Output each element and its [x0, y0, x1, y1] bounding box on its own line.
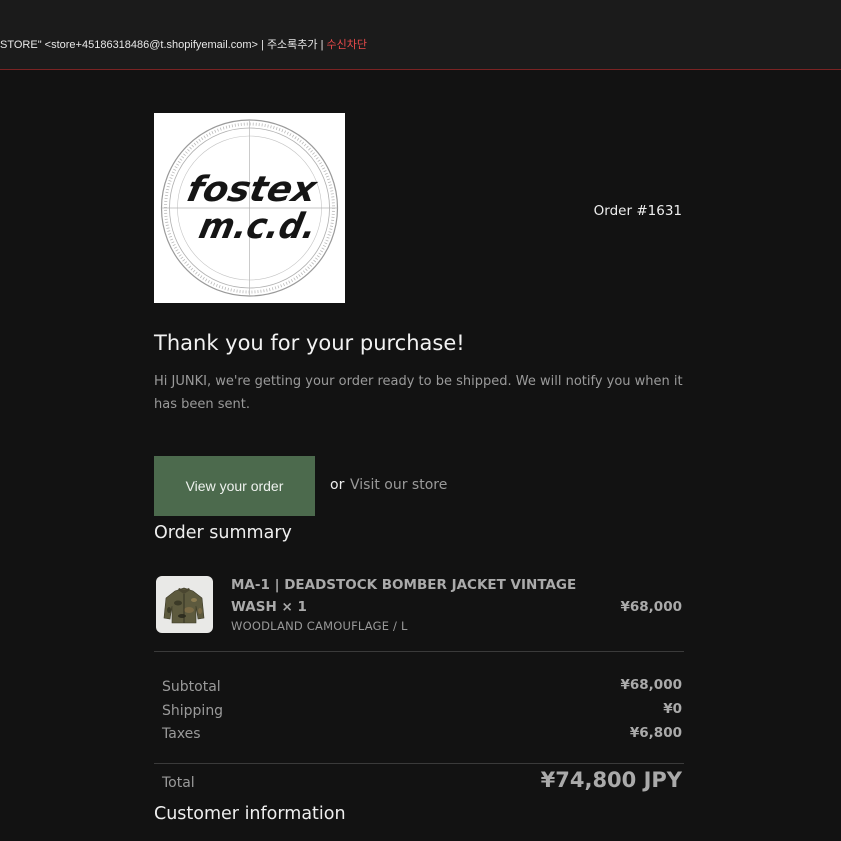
total-value: ¥74,800 JPY — [540, 768, 682, 792]
customer-information-title: Customer information — [154, 804, 346, 824]
fostex-mcd-logo: fostex m.c.d. — [160, 119, 339, 297]
shipping-label: Shipping — [162, 703, 224, 719]
product-thumbnail — [156, 576, 213, 633]
email-header-bar: STORE" <store+45186318486@t.shopifyemail… — [0, 0, 841, 70]
add-contact-link[interactable]: 주소록추가 — [267, 39, 318, 51]
order-number: Order #1631 — [593, 203, 682, 219]
greeting-message: Hi JUNKI, we're getting your order ready… — [154, 374, 683, 412]
taxes-value: ¥6,800 — [629, 725, 682, 741]
separator: | — [261, 39, 264, 51]
separator: | — [320, 39, 324, 51]
divider — [154, 651, 684, 652]
sender-name: STORE" — [0, 39, 42, 51]
jacket-image — [163, 587, 205, 624]
product-variant: WOODLAND CAMOUFLAGE / L — [231, 619, 408, 633]
logo-text-line2: m.c.d. — [196, 206, 321, 247]
sender-line: STORE" <store+45186318486@t.shopifyemail… — [0, 36, 367, 52]
taxes-label: Taxes — [162, 726, 201, 742]
visit-store-link[interactable]: Visit our store — [350, 477, 447, 493]
subtotal-label: Subtotal — [162, 679, 221, 695]
view-order-button[interactable]: View your order — [154, 456, 315, 516]
or-text: or — [330, 477, 345, 493]
product-name: MA-1 | DEADSTOCK BOMBER JACKET VINTAGE W… — [231, 577, 577, 615]
subtotal-value: ¥68,000 — [620, 677, 683, 693]
order-summary-title: Order summary — [154, 523, 292, 543]
block-sender-link[interactable]: 수신차단 — [327, 39, 367, 51]
store-logo[interactable]: fostex m.c.d. — [154, 113, 345, 303]
sender-email[interactable]: <store+45186318486@t.shopifyemail.com> — [45, 39, 258, 51]
total-label: Total — [162, 775, 195, 791]
product-price: ¥68,000 — [620, 599, 683, 615]
divider — [154, 763, 684, 764]
shipping-value: ¥0 — [663, 701, 682, 717]
thank-you-heading: Thank you for your purchase! — [154, 331, 465, 355]
logo-text-line1: fostex — [183, 169, 321, 210]
